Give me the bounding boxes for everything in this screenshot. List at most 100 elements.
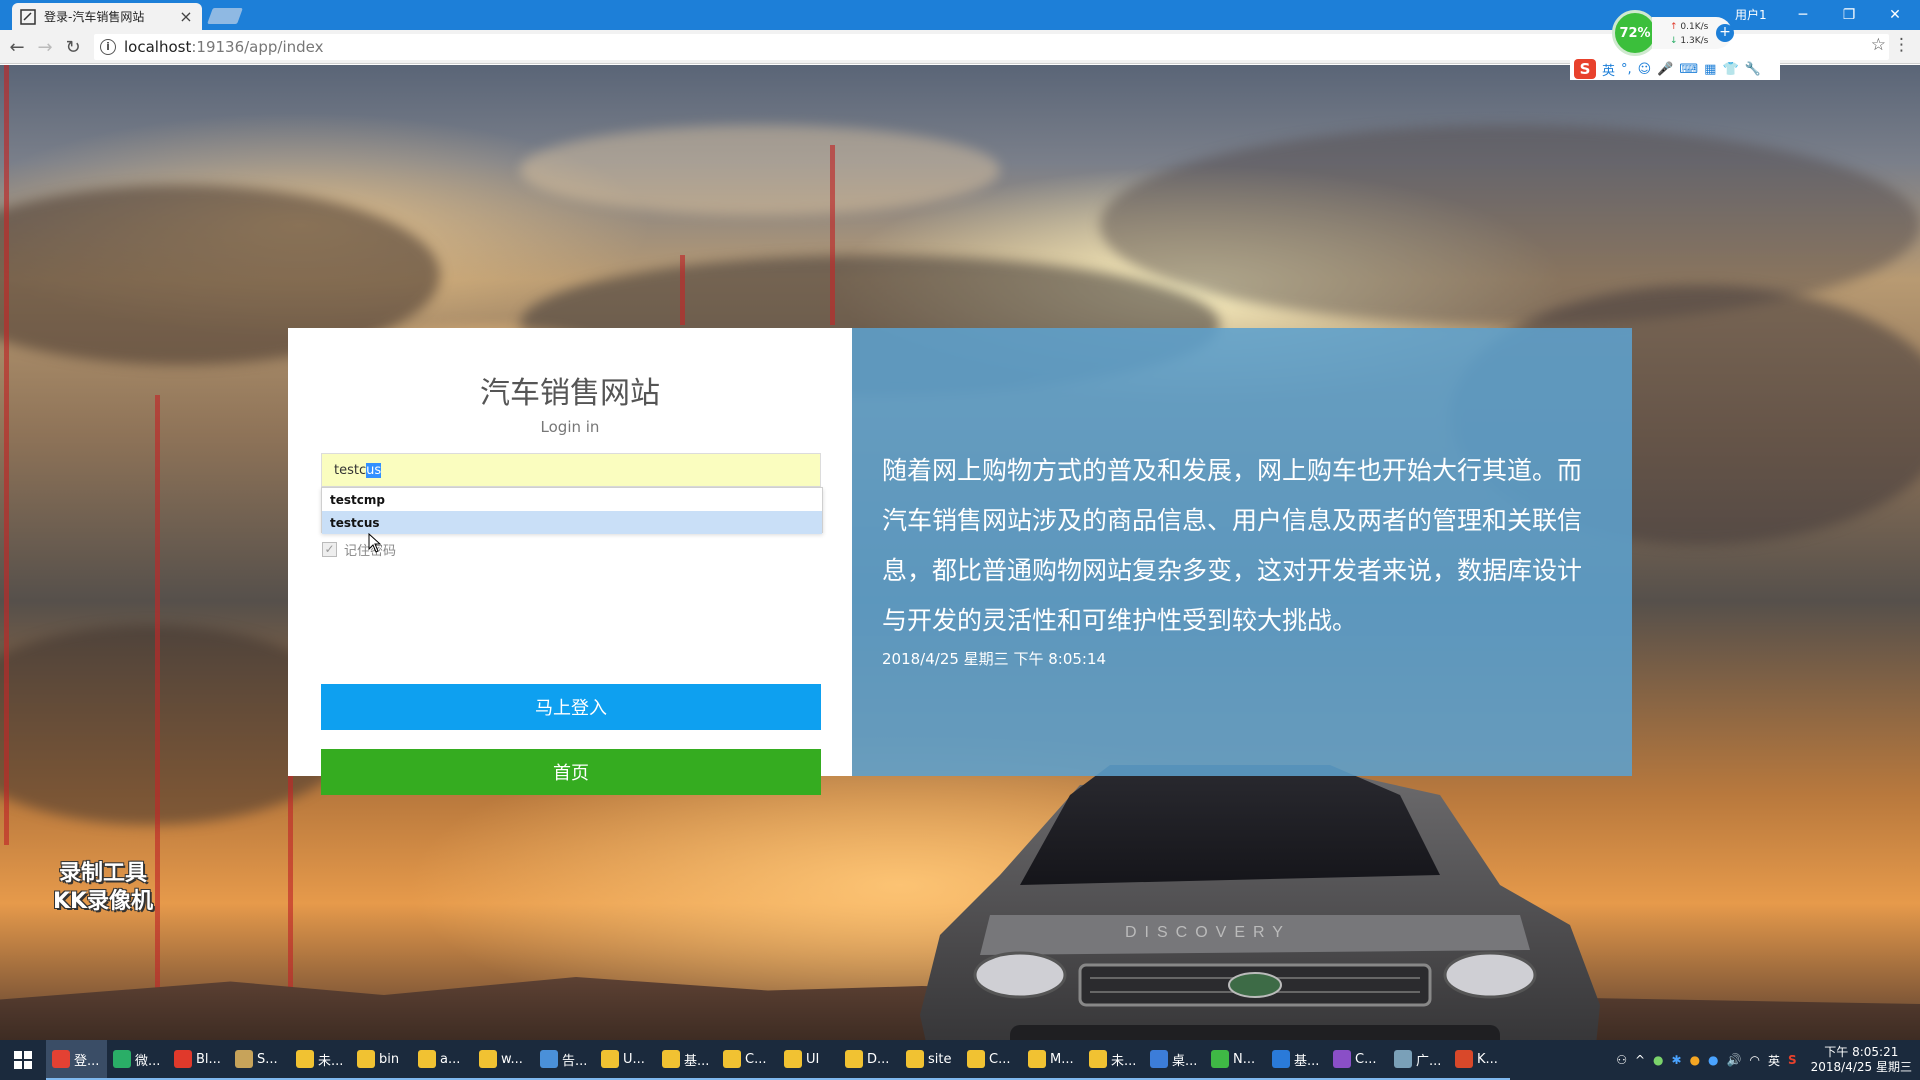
remember-checkbox[interactable]: ✓ (322, 542, 337, 557)
mouse-cursor-icon (368, 533, 382, 553)
taskbar-app[interactable]: 基... (1266, 1040, 1327, 1080)
people-icon[interactable]: ⚇ (1616, 1053, 1627, 1067)
login-button[interactable]: 马上登入 (321, 684, 821, 730)
taskbar-app[interactable]: U... (595, 1040, 656, 1080)
taskbar-app[interactable]: site (900, 1040, 961, 1080)
taskbar-app-icon (52, 1050, 70, 1068)
sogou-tray-icon[interactable]: S (1788, 1053, 1797, 1067)
taskbar-app[interactable]: 登... (46, 1040, 107, 1080)
browser-menu-icon[interactable]: ⋮ (1893, 35, 1910, 55)
taskbar-app[interactable]: 未... (290, 1040, 351, 1080)
taskbar-app-label: w... (501, 1051, 523, 1067)
tab-close-icon[interactable]: × (178, 7, 194, 26)
taskbar-app-icon (1272, 1050, 1290, 1068)
autocomplete-dropdown: testcmp testcus (321, 487, 823, 534)
taskbar-app-icon (967, 1050, 985, 1068)
emoji-icon[interactable]: ☺ (1638, 62, 1652, 77)
taskbar-app-label: Bl... (196, 1051, 221, 1067)
shirt-icon[interactable]: 👕 (1722, 62, 1738, 77)
taskbar-app-label: site (928, 1051, 952, 1067)
punctuation-icon[interactable]: °, (1621, 62, 1632, 77)
network-speed-widget[interactable]: 72% ↑ 0.1K/s ↓ 1.3K/s + (1612, 8, 1740, 58)
wrench-icon[interactable]: 🔧 (1745, 62, 1761, 77)
volume-icon[interactable]: 🔊 (1727, 1053, 1742, 1067)
taskbar-app-icon (723, 1050, 741, 1068)
taskbar-app[interactable]: 未... (1083, 1040, 1144, 1080)
wifi-icon[interactable]: ◠ (1749, 1053, 1759, 1067)
username-input[interactable]: testc us (321, 453, 821, 487)
keyboard-icon[interactable]: ⌨ (1679, 62, 1698, 77)
microphone-icon[interactable]: 🎤 (1657, 62, 1673, 77)
close-window-icon[interactable]: ✕ (1872, 0, 1918, 30)
net-up-rate: 0.1K/s (1680, 22, 1709, 32)
taskbar-app-label: 广... (1416, 1053, 1442, 1069)
taskbar-app-icon (479, 1050, 497, 1068)
ime-mode[interactable]: 英 (1602, 60, 1615, 79)
username-typed-text: testc (334, 462, 367, 478)
skin-icon[interactable]: ▦ (1704, 62, 1716, 77)
watermark-line1: 录制工具 (58, 861, 147, 886)
taskbar-app-icon (662, 1050, 680, 1068)
taskbar-app[interactable]: C... (961, 1040, 1022, 1080)
taskbar-app[interactable]: C... (717, 1040, 778, 1080)
taskbar-app[interactable]: D... (839, 1040, 900, 1080)
remember-password[interactable]: ✓ 记住密码 (322, 540, 396, 559)
tray-ime-mode[interactable]: 英 (1768, 1052, 1780, 1069)
home-button[interactable]: 首页 (321, 749, 821, 795)
bluetooth-icon[interactable]: ✱ (1672, 1053, 1682, 1067)
intro-paragraph: 随着网上购物方式的普及和发展，网上购车也开始大行其道。而汽车销售网站涉及的商品信… (882, 456, 1583, 635)
taskbar-app[interactable]: w... (473, 1040, 534, 1080)
taskbar-app-icon (418, 1050, 436, 1068)
info-icon[interactable]: i (100, 39, 116, 55)
recorder-watermark: 录制工具 KK录像机 (28, 860, 178, 916)
tray-app-icon[interactable]: ● (1653, 1053, 1663, 1067)
clock-time: 下午 8:05:21 (1824, 1045, 1899, 1059)
taskbar-app[interactable]: K... (1449, 1040, 1510, 1080)
system-clock[interactable]: 下午 8:05:21 2018/4/25 星期三 (1811, 1045, 1912, 1075)
tray-expand-icon[interactable]: ^ (1635, 1053, 1645, 1067)
taskbar-app[interactable]: 桌... (1144, 1040, 1205, 1080)
windows-taskbar: 登... 微... Bl... S... 未... bin a... w... 告... U...… (0, 1040, 1920, 1080)
plus-icon[interactable]: + (1716, 24, 1734, 42)
bookmark-star-icon[interactable]: ☆ (1871, 35, 1886, 55)
taskbar-app-label: 基... (684, 1053, 710, 1069)
forward-arrow-icon[interactable]: → (34, 36, 56, 58)
taskbar-app[interactable]: UI (778, 1040, 839, 1080)
taskbar-app-icon (1333, 1050, 1351, 1068)
taskbar-app-label: N... (1233, 1051, 1256, 1067)
taskbar-app-label: M... (1050, 1051, 1074, 1067)
taskbar-app[interactable]: S... (229, 1040, 290, 1080)
autocomplete-option[interactable]: testcmp (322, 488, 822, 511)
taskbar-app-label: S... (257, 1051, 278, 1067)
taskbar-app-label: bin (379, 1051, 400, 1067)
new-tab-button[interactable] (207, 8, 243, 24)
taskbar-app[interactable]: 告... (534, 1040, 595, 1080)
ime-toolbar: S 英 °, ☺ 🎤 ⌨ ▦ 👕 🔧 (1570, 58, 1780, 80)
sogou-logo-icon[interactable]: S (1574, 59, 1596, 79)
tray-app2-icon[interactable]: ● (1690, 1053, 1700, 1067)
system-tray: ⚇ ^ ● ✱ ● ● 🔊 ◠ 英 S 下午 8:05:21 2018/4/25… (1616, 1040, 1920, 1080)
taskbar-app-icon (1028, 1050, 1046, 1068)
minimize-icon[interactable]: ─ (1780, 0, 1826, 30)
windows-start-icon[interactable] (0, 1040, 46, 1080)
taskbar-app[interactable]: a... (412, 1040, 473, 1080)
taskbar-app-icon (845, 1050, 863, 1068)
taskbar-app[interactable]: C... (1327, 1040, 1388, 1080)
tab-title: 登录-汽车销售网站 (44, 10, 145, 24)
autocomplete-option[interactable]: testcus (322, 511, 822, 534)
browser-tab[interactable]: 登录-汽车销售网站 × (12, 3, 202, 30)
taskbar-app[interactable]: 广... (1388, 1040, 1449, 1080)
taskbar-app[interactable]: M... (1022, 1040, 1083, 1080)
taskbar-app[interactable]: N... (1205, 1040, 1266, 1080)
taskbar-app-icon (296, 1050, 314, 1068)
taskbar-app[interactable]: 微... (107, 1040, 168, 1080)
reload-icon[interactable]: ↻ (62, 36, 84, 58)
taskbar-app[interactable]: 基... (656, 1040, 717, 1080)
back-arrow-icon[interactable]: ← (6, 36, 28, 58)
taskbar-app-icon (601, 1050, 619, 1068)
taskbar-app[interactable]: bin (351, 1040, 412, 1080)
taskbar-app-icon (784, 1050, 802, 1068)
taskbar-app[interactable]: Bl... (168, 1040, 229, 1080)
restore-icon[interactable]: ❐ (1826, 0, 1872, 30)
tray-app3-icon[interactable]: ● (1708, 1053, 1718, 1067)
